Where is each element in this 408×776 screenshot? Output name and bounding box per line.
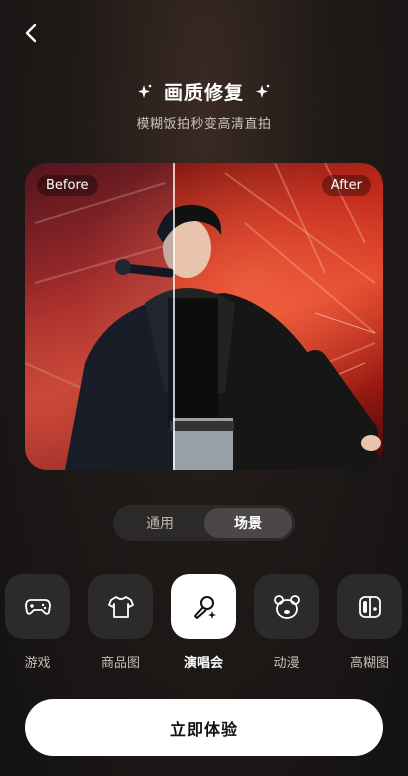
category-tile[interactable] — [88, 574, 153, 639]
category-tile[interactable] — [5, 574, 70, 639]
gamepad-icon — [24, 598, 51, 615]
category-label: 高糊图 — [349, 656, 389, 671]
category-tile[interactable] — [171, 574, 236, 639]
before-label: Before — [37, 175, 98, 196]
tshirt-icon — [107, 595, 134, 618]
hero-title-row: 画质修复 — [0, 78, 408, 105]
microphone-icon — [193, 595, 216, 619]
category-label: 商品图 — [100, 656, 140, 671]
sparkle-icon — [137, 84, 152, 98]
after-label: After — [321, 175, 371, 196]
category-tile[interactable] — [254, 574, 319, 639]
chevron-left-icon — [25, 23, 37, 43]
category-anime[interactable]: 动漫 — [254, 574, 319, 671]
scene-category-list: 游戏 商品图 演唱会 动漫 高糊图 — [5, 574, 402, 671]
category-tile[interactable] — [337, 574, 402, 639]
category-label: 游戏 — [24, 656, 51, 671]
before-half-overlay — [25, 163, 173, 470]
page-subtitle: 模糊饭拍秒变高清直拍 — [136, 117, 272, 132]
mode-segmented-control[interactable]: 通用 场景 — [113, 505, 295, 541]
back-button[interactable] — [18, 20, 44, 46]
category-product[interactable]: 商品图 — [88, 574, 153, 671]
sparkle-icon — [256, 84, 270, 98]
switch-console-icon — [358, 595, 381, 618]
tab-general[interactable]: 通用 — [116, 508, 204, 538]
category-concert[interactable]: 演唱会 — [171, 574, 236, 671]
category-label: 动漫 — [273, 656, 300, 671]
category-label: 演唱会 — [183, 656, 223, 671]
page-title: 画质修复 — [163, 82, 244, 104]
tab-scene[interactable]: 场景 — [204, 508, 292, 538]
compare-slider-handle[interactable] — [173, 163, 175, 470]
bear-icon — [273, 594, 300, 619]
try-now-button[interactable]: 立即体验 — [25, 699, 383, 756]
category-game[interactable]: 游戏 — [5, 574, 70, 671]
before-after-preview[interactable]: Before After — [25, 163, 383, 470]
category-blurry[interactable]: 高糊图 — [337, 574, 402, 671]
